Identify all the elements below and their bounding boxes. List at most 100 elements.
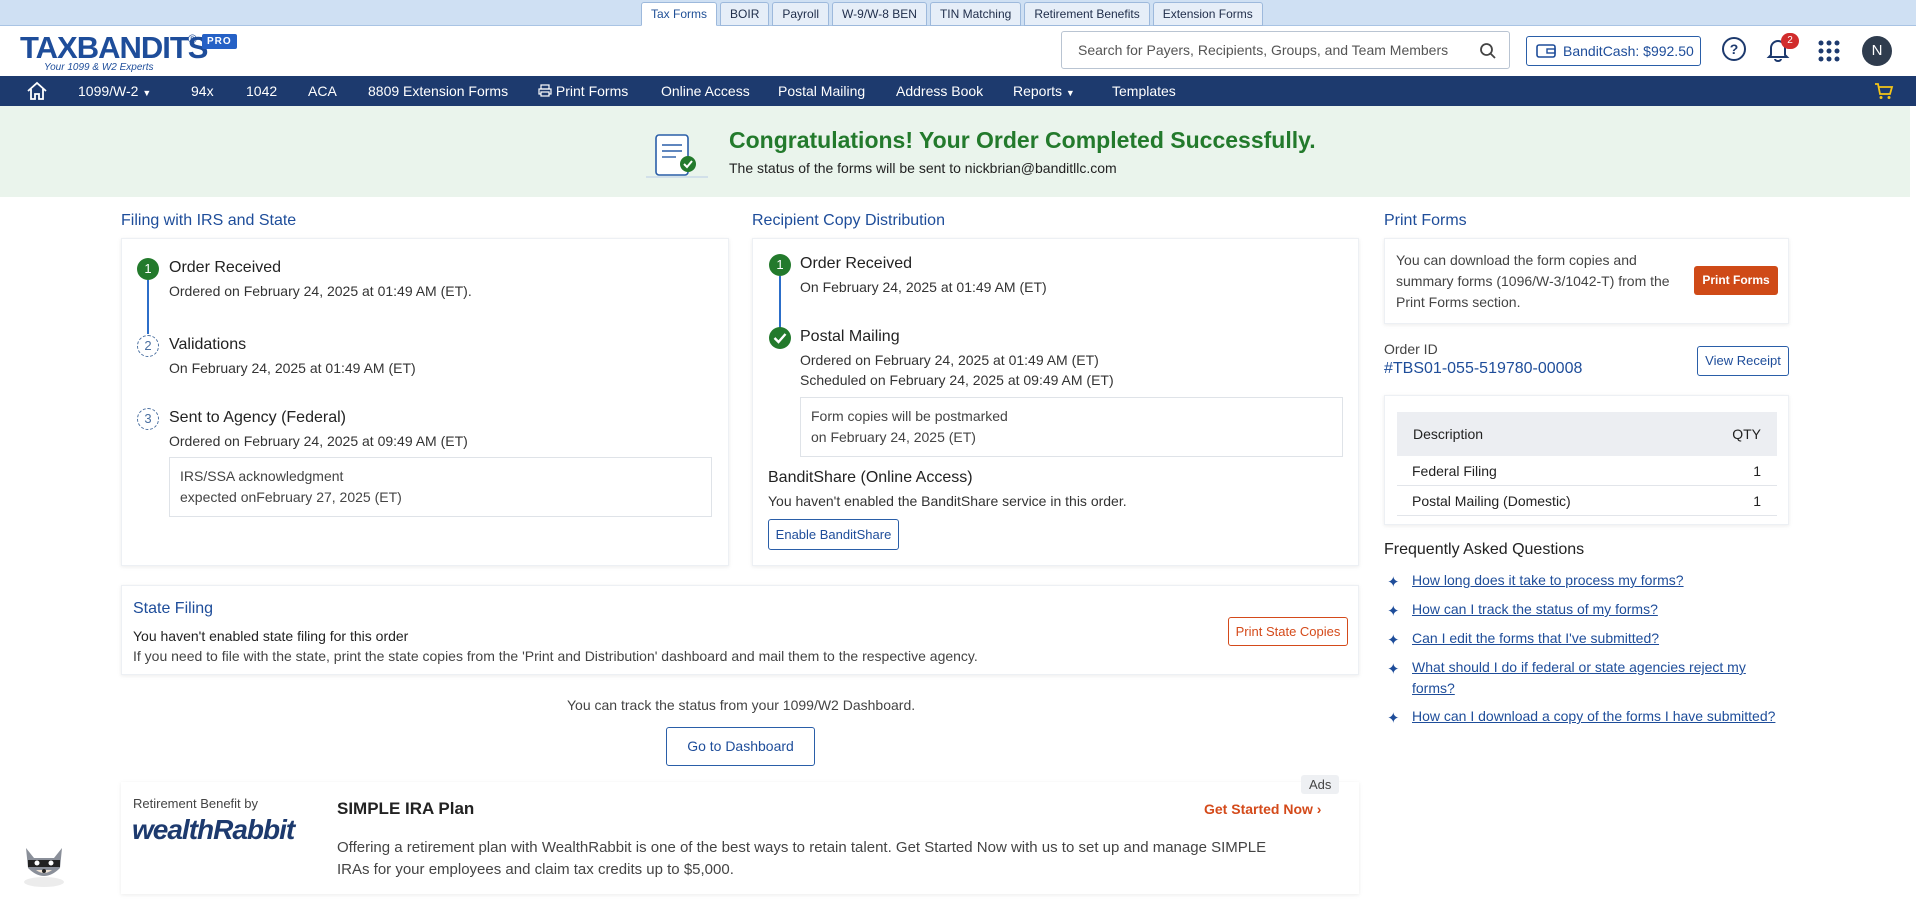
nav-reports-label: Reports (1013, 83, 1063, 99)
check-circle-icon (769, 327, 791, 349)
banditshare-title: BanditShare (Online Access) (768, 469, 973, 486)
print-forms-button[interactable]: Print Forms (1694, 266, 1778, 295)
chevron-down-icon: ▼ (1065, 88, 1075, 98)
tab-retirement-benefits[interactable]: Retirement Benefits (1024, 2, 1150, 26)
tab-tin-matching[interactable]: TIN Matching (929, 2, 1022, 26)
row-qty: 1 (1753, 463, 1761, 479)
nav-online-access[interactable]: Online Access (661, 76, 750, 106)
filing-step-validations: Validations On February 24, 2025 at 01:4… (169, 336, 416, 376)
note-line-1: IRS/SSA acknowledgment (180, 468, 344, 484)
faq-link[interactable]: How long does it take to process my form… (1412, 570, 1684, 591)
taxbandits-logo[interactable]: TAXBANDITS ® PRO Your 1099 & W2 Experts (20, 30, 250, 76)
get-started-label: Get Started Now (1204, 801, 1313, 817)
filing-heading: Filing with IRS and State (121, 212, 297, 229)
step-detail-scheduled: Scheduled on February 24, 2025 at 09:49 … (800, 372, 1114, 388)
faq-link[interactable]: How can I download a copy of the forms I… (1412, 706, 1775, 727)
nav-94x[interactable]: 94x (191, 76, 214, 106)
print-state-copies-button[interactable]: Print State Copies (1228, 617, 1348, 646)
filing-step-sent-to-agency: Sent to Agency (Federal) Ordered on Febr… (169, 409, 468, 449)
search-input[interactable]: Search for Payers, Recipients, Groups, a… (1061, 31, 1510, 69)
tab-boir[interactable]: BOIR (720, 2, 770, 26)
svg-text:?: ? (1730, 41, 1739, 57)
view-receipt-button[interactable]: View Receipt (1697, 346, 1789, 376)
sparkle-icon: ✦ (1387, 661, 1400, 678)
chevron-right-icon: › (1316, 801, 1322, 817)
tab-w9-w8ben[interactable]: W-9/W-8 BEN (832, 2, 927, 26)
note-line-2: expected onFebruary 27, 2025 (ET) (180, 489, 402, 505)
notification-count-badge: 2 (1781, 33, 1799, 49)
note-line-2: on February 24, 2025 (ET) (811, 429, 976, 445)
nav-1099-w2-label: 1099/W-2 (78, 83, 139, 99)
step-detail: Ordered on February 24, 2025 at 09:49 AM… (169, 433, 468, 449)
product-tabs: Tax Forms BOIR Payroll W-9/W-8 BEN TIN M… (641, 2, 1263, 26)
step-2-circle: 2 (137, 335, 159, 357)
nav-address-book[interactable]: Address Book (896, 76, 983, 106)
faq-item[interactable]: ✦ How can I download a copy of the forms … (1387, 706, 1775, 727)
chevron-down-icon: ▼ (142, 88, 152, 98)
search-placeholder: Search for Payers, Recipients, Groups, a… (1078, 42, 1449, 58)
row-qty: 1 (1753, 493, 1761, 509)
bandit-cash-button[interactable]: BanditCash: $992.50 (1526, 36, 1701, 66)
main-nav: 1099/W-2 ▼ 94x 1042 ACA 8809 Extension F… (0, 76, 1916, 106)
ad-by-text: Retirement Benefit by (133, 796, 259, 811)
nav-print-forms[interactable]: Print Forms (538, 76, 628, 106)
tab-extension-forms[interactable]: Extension Forms (1152, 2, 1263, 26)
table-header: Description QTY (1397, 412, 1777, 456)
faq-item[interactable]: ✦ How can I track the status of my forms? (1387, 599, 1658, 620)
faq-link[interactable]: Can I edit the forms that I've submitted… (1412, 628, 1659, 649)
faq-item[interactable]: ✦ Can I edit the forms that I've submitte… (1387, 628, 1659, 649)
nav-templates[interactable]: Templates (1112, 76, 1176, 106)
nav-1099-w2[interactable]: 1099/W-2 ▼ (78, 76, 151, 106)
help-icon[interactable]: ? (1721, 36, 1747, 62)
state-filing-line-2: If you need to file with the state, prin… (133, 648, 978, 664)
nav-postal-mailing[interactable]: Postal Mailing (778, 76, 865, 106)
user-avatar[interactable]: N (1862, 36, 1892, 66)
nav-print-forms-label: Print Forms (555, 83, 629, 99)
enable-banditshare-button[interactable]: Enable BanditShare (768, 519, 899, 550)
nav-reports[interactable]: Reports ▼ (1013, 76, 1075, 106)
faq-heading: Frequently Asked Questions (1384, 541, 1585, 558)
apps-grid-icon[interactable] (1818, 40, 1840, 62)
search-icon[interactable] (1479, 42, 1497, 60)
get-started-link[interactable]: Get Started Now › (1204, 801, 1321, 817)
faq-item[interactable]: ✦ How long does it take to process my for… (1387, 570, 1684, 591)
track-status-text: You can track the status from your 1099/… (567, 697, 916, 713)
print-forms-text: You can download the form copies and sum… (1396, 250, 1670, 313)
nav-8809-extension[interactable]: 8809 Extension Forms (368, 76, 508, 106)
home-icon[interactable] (26, 81, 48, 101)
tab-tax-forms[interactable]: Tax Forms (641, 2, 718, 26)
nav-1042[interactable]: 1042 (246, 76, 277, 106)
print-forms-line-3: Print Forms section. (1396, 294, 1521, 310)
app-header: TAXBANDITS ® PRO Your 1099 & W2 Experts … (0, 26, 1916, 76)
step-3-circle: 3 (137, 408, 159, 430)
print-forms-heading: Print Forms (1384, 212, 1467, 229)
printer-icon (538, 84, 552, 97)
ad-title: SIMPLE IRA Plan (337, 799, 475, 818)
go-to-dashboard-button[interactable]: Go to Dashboard (666, 727, 815, 766)
faq-link[interactable]: How can I track the status of my forms? (1412, 599, 1658, 620)
order-summary-table: Description QTY Federal Filing 1 Postal Ma… (1397, 412, 1777, 516)
user-email: nickbrian@banditllc.com (964, 160, 1117, 176)
nav-aca[interactable]: ACA (308, 76, 337, 106)
sparkle-icon: ✦ (1387, 574, 1400, 591)
cart-icon[interactable] (1874, 82, 1894, 100)
sparkle-icon: ✦ (1387, 710, 1400, 727)
sparkle-icon: ✦ (1387, 603, 1400, 620)
table-row: Federal Filing 1 (1397, 456, 1777, 486)
step-title: Sent to Agency (Federal) (169, 409, 346, 426)
success-subtitle: The status of the forms will be sent to … (729, 160, 1117, 176)
postmark-note: Form copies will be postmarked on Februa… (800, 397, 1343, 457)
column-description: Description (1413, 426, 1484, 442)
state-filing-line-1: You haven't enabled state filing for thi… (133, 628, 409, 644)
recipient-step-order-received: Order Received On February 24, 2025 at 0… (800, 255, 1047, 295)
step-detail: On February 24, 2025 at 01:49 AM (ET) (169, 360, 416, 376)
chat-assistant-icon[interactable] (18, 838, 70, 890)
bandit-cash-label: BanditCash: $992.50 (1563, 43, 1694, 59)
logo-tagline: Your 1099 & W2 Experts (44, 62, 154, 73)
irs-acknowledgment-note: IRS/SSA acknowledgment expected onFebrua… (169, 457, 712, 517)
success-banner: Congratulations! Your Order Completed Su… (0, 106, 1910, 197)
faq-link[interactable]: What should I do if federal or state age… (1412, 657, 1787, 699)
ads-label: Ads (1301, 775, 1340, 794)
faq-item[interactable]: ✦ What should I do if federal or state ag… (1387, 657, 1787, 699)
tab-payroll[interactable]: Payroll (772, 2, 830, 26)
